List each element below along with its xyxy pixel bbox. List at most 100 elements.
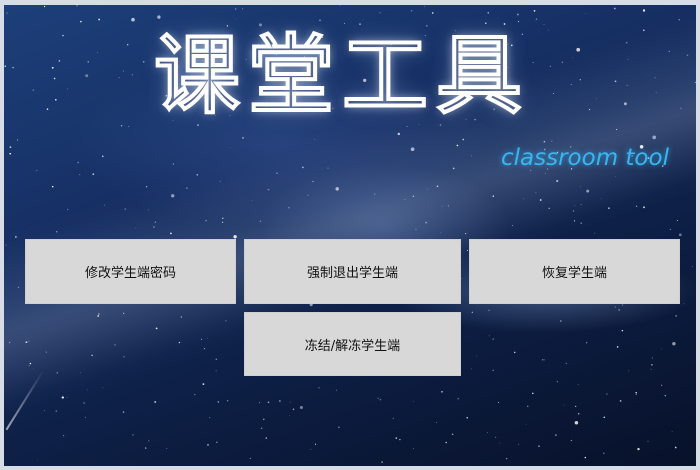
star xyxy=(606,393,608,395)
star xyxy=(579,186,581,188)
star xyxy=(207,444,209,446)
star xyxy=(310,449,312,450)
star xyxy=(457,398,459,400)
star xyxy=(572,210,574,212)
star xyxy=(596,98,598,99)
star xyxy=(235,8,237,10)
star xyxy=(492,195,495,198)
star xyxy=(505,457,508,460)
star xyxy=(676,220,678,221)
star xyxy=(579,79,581,81)
star xyxy=(92,173,95,176)
freeze-unfreeze-student-button[interactable]: 冻结/解冻学生端 xyxy=(244,312,461,376)
star xyxy=(276,172,278,174)
star xyxy=(312,180,314,182)
star xyxy=(392,417,394,419)
star xyxy=(135,227,136,229)
star xyxy=(541,359,543,361)
star xyxy=(225,320,227,322)
star xyxy=(497,401,500,404)
star xyxy=(397,132,401,136)
star xyxy=(251,200,253,201)
star xyxy=(487,12,489,14)
star xyxy=(265,437,268,439)
restore-student-button[interactable]: 恢复学生端 xyxy=(469,239,680,304)
app-subtitle: classroom tool xyxy=(501,145,669,171)
star xyxy=(431,12,434,14)
star xyxy=(87,61,89,63)
star xyxy=(621,329,624,332)
star xyxy=(33,368,34,370)
star xyxy=(637,447,640,451)
star xyxy=(259,402,260,404)
star xyxy=(674,446,677,449)
star xyxy=(466,416,468,419)
star xyxy=(471,155,472,157)
star xyxy=(486,432,488,434)
star xyxy=(124,208,127,210)
star xyxy=(215,370,217,372)
star xyxy=(123,70,124,72)
star xyxy=(180,316,183,318)
star xyxy=(613,7,616,10)
star xyxy=(56,372,59,374)
star xyxy=(445,441,447,444)
star xyxy=(120,125,123,127)
star xyxy=(259,220,262,222)
star xyxy=(404,199,406,201)
star xyxy=(145,447,147,449)
star xyxy=(694,81,696,84)
star xyxy=(642,9,646,12)
star xyxy=(626,84,628,86)
star xyxy=(379,398,382,401)
star xyxy=(563,404,565,406)
star xyxy=(683,303,685,305)
star xyxy=(379,12,381,14)
star xyxy=(45,351,47,353)
star xyxy=(235,18,237,20)
modify-student-password-button[interactable]: 修改学生端密码 xyxy=(25,239,236,304)
star xyxy=(83,402,85,404)
star xyxy=(538,445,540,447)
star xyxy=(573,220,576,222)
star xyxy=(314,138,315,140)
star xyxy=(574,420,579,425)
star xyxy=(614,306,616,308)
star xyxy=(635,394,637,396)
star xyxy=(319,19,321,22)
star xyxy=(485,22,487,24)
star xyxy=(651,357,653,359)
star xyxy=(456,144,459,147)
star xyxy=(172,163,174,165)
star xyxy=(652,135,657,140)
star xyxy=(229,147,231,149)
star xyxy=(374,193,376,195)
star xyxy=(118,77,120,79)
star xyxy=(17,286,20,289)
star xyxy=(76,5,78,7)
star xyxy=(660,348,662,350)
app-window: 课堂工具 classroom tool 修改学生端密码 强制退出学生端 恢复学生… xyxy=(0,0,700,470)
star xyxy=(603,452,605,455)
star xyxy=(577,384,579,385)
star xyxy=(615,176,617,177)
star xyxy=(471,368,473,370)
star xyxy=(577,412,580,415)
star xyxy=(580,204,582,206)
star xyxy=(565,362,567,364)
star xyxy=(289,401,291,403)
star xyxy=(436,422,437,423)
star xyxy=(55,410,58,412)
star xyxy=(488,309,490,311)
star xyxy=(97,315,100,317)
force-exit-student-button[interactable]: 强制退出学生端 xyxy=(244,239,461,304)
star xyxy=(671,431,673,432)
star xyxy=(635,392,637,394)
star xyxy=(678,233,682,237)
star xyxy=(85,416,86,418)
star xyxy=(427,188,429,190)
star xyxy=(575,405,577,408)
star xyxy=(98,18,100,21)
star xyxy=(217,401,220,403)
star xyxy=(205,219,207,222)
